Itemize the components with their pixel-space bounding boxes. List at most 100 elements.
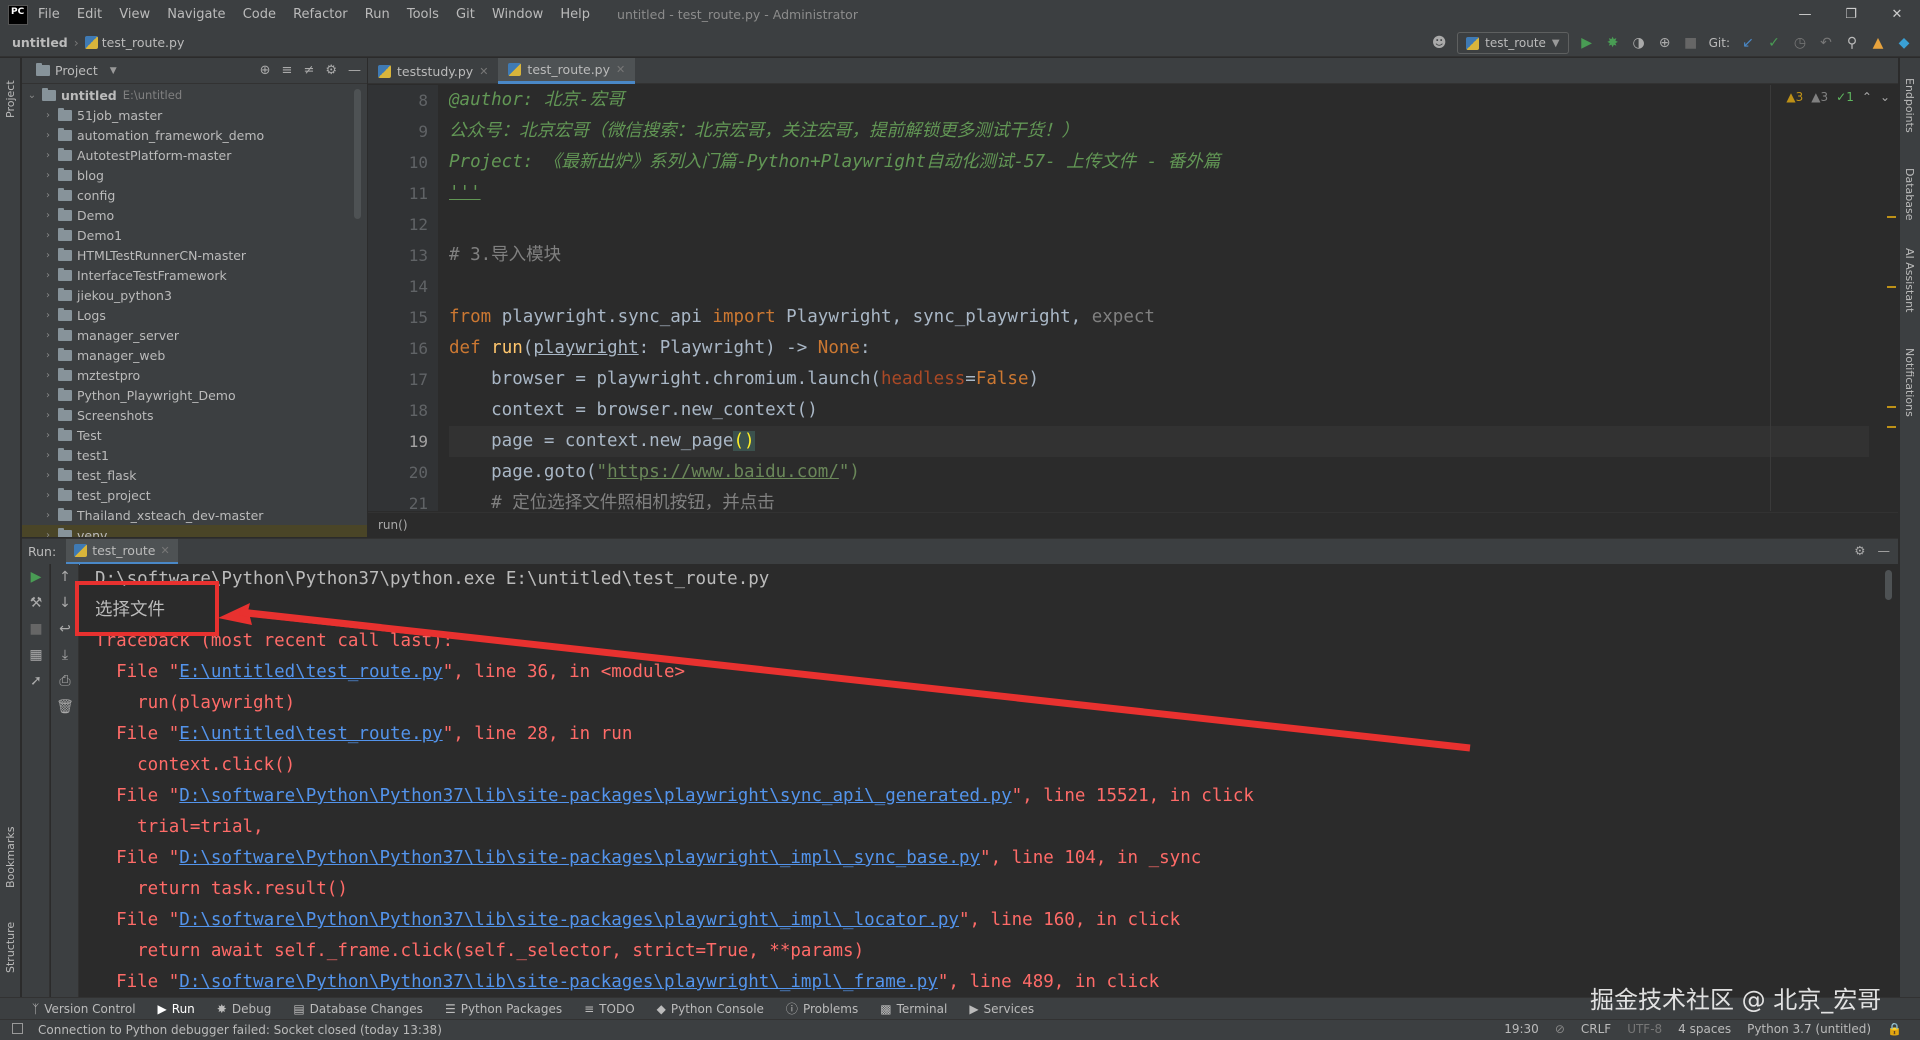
console-file-link[interactable]: E:\untitled\test_route.py	[179, 662, 442, 682]
hide-icon[interactable]: —	[1878, 543, 1891, 558]
chevron-right-icon[interactable]: ›	[42, 490, 54, 501]
code-breadcrumb[interactable]: run()	[368, 512, 1898, 537]
menu-file[interactable]: File	[38, 7, 60, 22]
expand-all-icon[interactable]: ≡	[282, 63, 293, 78]
tree-item[interactable]: › Screenshots	[22, 405, 367, 425]
pin-icon[interactable]: ➚	[22, 668, 50, 694]
notifications-tool-tab[interactable]: Notifications	[1903, 348, 1916, 417]
hide-icon[interactable]: —	[348, 63, 361, 78]
run-tab-test-route[interactable]: test_route ✕	[66, 538, 178, 565]
git-update-icon[interactable]: ↙	[1740, 35, 1756, 51]
project-tree-scrollbar[interactable]	[354, 89, 361, 219]
stop-icon[interactable]: ■	[1683, 35, 1699, 51]
console-file-link[interactable]: D:\software\Python\Python37\lib\site-pac…	[179, 848, 980, 868]
chevron-right-icon[interactable]: ›	[42, 190, 54, 201]
tree-item[interactable]: › test_project	[22, 485, 367, 505]
gear-icon[interactable]: ⚙	[325, 63, 337, 78]
tree-item[interactable]: › Logs	[22, 305, 367, 325]
tool-tab-todo[interactable]: ≡ TODO	[584, 1002, 635, 1016]
console-file-link[interactable]: D:\software\Python\Python37\lib\site-pac…	[179, 786, 1011, 806]
chevron-right-icon[interactable]: ›	[42, 370, 54, 381]
caret-position[interactable]: 19:30	[1504, 1022, 1539, 1036]
chevron-right-icon[interactable]: ›	[42, 270, 54, 281]
project-tool-tab[interactable]: Project	[4, 80, 17, 118]
tree-root[interactable]: ⌄ untitled E:\untitled	[22, 85, 367, 105]
line-number[interactable]: 13	[368, 240, 438, 271]
chevron-right-icon[interactable]: ›	[42, 290, 54, 301]
close-icon[interactable]: ✕	[1874, 0, 1920, 29]
console-scrollbar[interactable]	[1885, 570, 1892, 600]
chevron-up-icon[interactable]: ⌃	[1862, 90, 1872, 104]
menu-window[interactable]: Window	[492, 7, 543, 22]
debug-icon[interactable]: ✸	[1605, 35, 1621, 51]
soft-wrap-icon[interactable]: ↩	[51, 616, 79, 642]
tree-item[interactable]: › AutotestPlatform-master	[22, 145, 367, 165]
print-icon[interactable]: ⎙	[51, 668, 79, 694]
tree-item[interactable]: › manager_server	[22, 325, 367, 345]
updates-icon[interactable]: ▲	[1870, 35, 1886, 51]
menu-code[interactable]: Code	[243, 7, 276, 22]
tree-item[interactable]: › Demo1	[22, 225, 367, 245]
tree-item[interactable]: › venv	[22, 525, 367, 537]
endpoints-tool-tab[interactable]: Endpoints	[1903, 78, 1916, 133]
chevron-right-icon[interactable]: ›	[42, 210, 54, 221]
line-number[interactable]: 17	[368, 364, 438, 395]
run-console-output[interactable]: D:\software\Python\Python37\python.exe E…	[80, 564, 1898, 997]
tree-item[interactable]: › jiekou_python3	[22, 285, 367, 305]
menu-tools[interactable]: Tools	[407, 7, 439, 22]
breadcrumb-project[interactable]: untitled	[12, 35, 68, 50]
git-history-icon[interactable]: ◷	[1792, 35, 1808, 51]
chevron-right-icon[interactable]: ›	[42, 130, 54, 141]
code-area[interactable]: @author: 北京-宏哥 公众号：北京宏哥（微信搜索：北京宏哥，关注宏哥，提…	[449, 85, 1869, 511]
collapse-all-icon[interactable]: ≠	[303, 63, 314, 78]
close-tab-icon[interactable]: ✕	[160, 544, 169, 557]
locate-icon[interactable]: ⊕	[260, 63, 271, 78]
chevron-right-icon[interactable]: ›	[42, 150, 54, 161]
chevron-right-icon[interactable]: ›	[42, 390, 54, 401]
python-interpreter[interactable]: Python 3.7 (untitled)	[1747, 1022, 1871, 1036]
readonly-icon[interactable]: ⊘	[1555, 1022, 1565, 1036]
menu-view[interactable]: View	[119, 7, 150, 22]
run-config-selector[interactable]: test_route ▼	[1457, 32, 1569, 54]
tree-item[interactable]: › Thailand_xsteach_dev-master	[22, 505, 367, 525]
menu-run[interactable]: Run	[365, 7, 390, 22]
chevron-right-icon[interactable]: ›	[42, 350, 54, 361]
chevron-right-icon[interactable]: ›	[42, 170, 54, 181]
trash-icon[interactable]: 🗑	[51, 694, 79, 720]
close-tab-icon[interactable]: ✕	[479, 65, 488, 78]
structure-tool-tab[interactable]: Structure	[4, 922, 17, 973]
bookmarks-tool-tab[interactable]: Bookmarks	[4, 827, 17, 888]
menu-navigate[interactable]: Navigate	[167, 7, 225, 22]
tool-tab-python-packages[interactable]: ☰ Python Packages	[445, 1002, 562, 1016]
warning-mark[interactable]	[1887, 406, 1896, 408]
tree-item[interactable]: › Demo	[22, 205, 367, 225]
chevron-right-icon[interactable]: ›	[42, 110, 54, 121]
chevron-down-icon[interactable]: ⌄	[26, 90, 38, 101]
layout-icon[interactable]: ▦	[22, 642, 50, 668]
breadcrumb-file[interactable]: test_route.py	[84, 35, 184, 50]
tool-tab-terminal[interactable]: ▩ Terminal	[880, 1002, 947, 1016]
tree-item[interactable]: › test_flask	[22, 465, 367, 485]
tool-tab-python-console[interactable]: ◆ Python Console	[657, 1002, 764, 1016]
tool-tab-run[interactable]: ▶ Run	[158, 1002, 195, 1016]
restore-icon[interactable]: ❐	[1828, 0, 1874, 29]
menu-git[interactable]: Git	[456, 7, 475, 22]
wrench-icon[interactable]: ⚒	[22, 590, 50, 616]
file-encoding[interactable]: UTF-8	[1627, 1022, 1662, 1036]
chevron-right-icon[interactable]: ›	[42, 250, 54, 261]
tab-teststudy[interactable]: teststudy.py ✕	[368, 58, 498, 84]
line-number[interactable]: 19	[368, 426, 438, 457]
tree-item[interactable]: › Test	[22, 425, 367, 445]
minimize-icon[interactable]: —	[1782, 0, 1828, 29]
tab-test-route[interactable]: test_route.py ✕	[498, 58, 636, 84]
chevron-right-icon[interactable]: ›	[42, 510, 54, 521]
chevron-right-icon[interactable]: ›	[42, 450, 54, 461]
lock-icon[interactable]: 🔒	[1887, 1022, 1902, 1036]
coverage-icon[interactable]: ◑	[1631, 35, 1647, 51]
status-square-icon[interactable]	[12, 1023, 23, 1034]
tree-item[interactable]: › manager_web	[22, 345, 367, 365]
chevron-right-icon[interactable]: ›	[42, 430, 54, 441]
console-file-link[interactable]: D:\software\Python\Python37\lib\site-pac…	[179, 910, 959, 930]
tool-tab-services[interactable]: ▶ Services	[969, 1002, 1034, 1016]
chevron-right-icon[interactable]: ›	[42, 410, 54, 421]
